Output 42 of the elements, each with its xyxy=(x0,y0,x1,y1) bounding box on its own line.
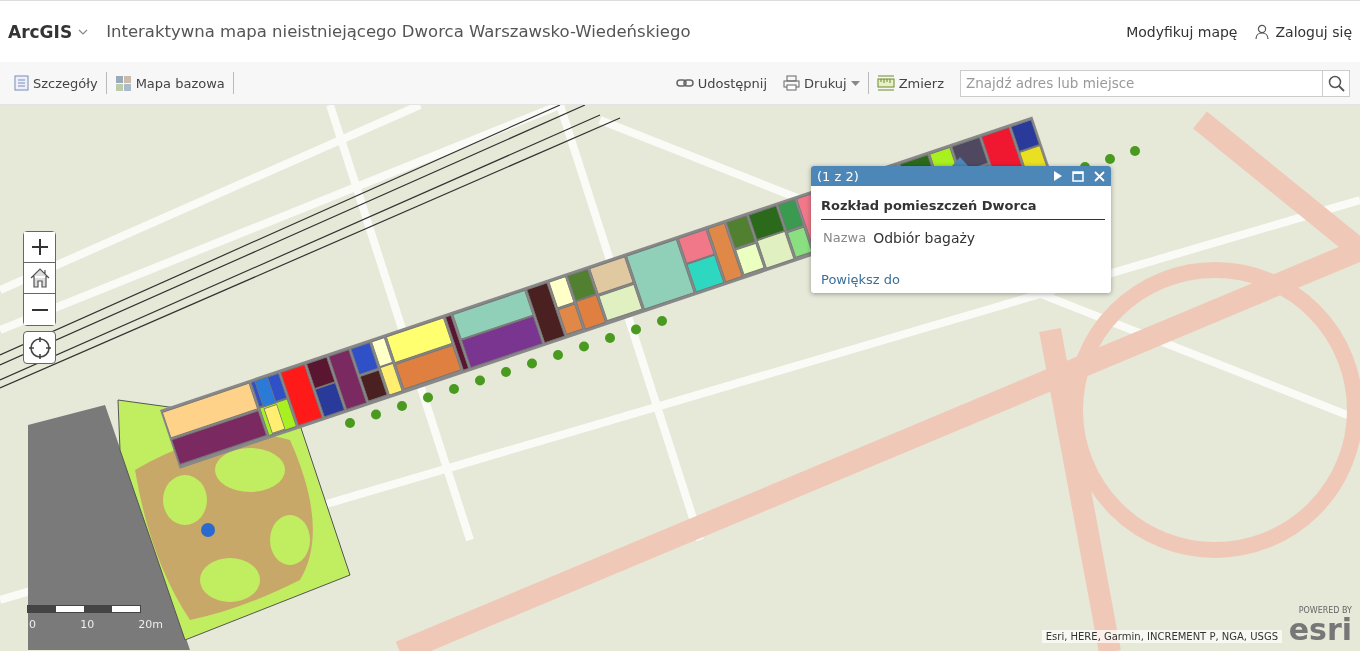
sign-in-link[interactable]: Zaloguj się xyxy=(1275,23,1352,40)
close-button[interactable] xyxy=(1094,170,1105,182)
logo-text: esri xyxy=(1288,615,1352,645)
link-icon xyxy=(675,78,694,88)
user-icon[interactable] xyxy=(1255,23,1270,40)
printer-icon xyxy=(783,75,801,91)
scale-label: 10 xyxy=(80,618,95,631)
attribution-text: Esri, HERE, Garmin, INCREMENT P, NGA, USGS xyxy=(1041,630,1282,643)
popup-pager: (1 z 2) xyxy=(817,168,860,184)
search-field[interactable]: Znajdź adres lub miejsce xyxy=(960,69,1322,97)
field-label: Nazwa xyxy=(823,230,867,246)
next-button[interactable] xyxy=(1054,171,1062,181)
document-icon xyxy=(14,75,29,91)
field-value: Odbiór bagaży xyxy=(873,230,976,246)
scale-label: 20m xyxy=(138,618,163,631)
grid-icon xyxy=(114,74,132,92)
search-button[interactable] xyxy=(1322,69,1350,97)
details-button[interactable]: Szczegóły xyxy=(14,75,106,91)
brand-name[interactable]: ArcGIS xyxy=(8,21,73,42)
maximize-button[interactable] xyxy=(1072,170,1084,182)
scale-label: 0 xyxy=(29,618,36,631)
home-icon xyxy=(28,267,51,289)
search-icon xyxy=(1327,74,1345,92)
logo-caption: POWERED BY xyxy=(1298,606,1352,615)
maximize-icon xyxy=(1072,170,1084,182)
zoom-in-button[interactable] xyxy=(24,232,55,263)
ruler-icon xyxy=(876,75,895,91)
popup-title: Rozkład pomieszczeń Dworca xyxy=(821,198,1105,220)
close-icon xyxy=(1094,170,1105,182)
map-title: Interaktywna mapa nieistniejącego Dworca Warszawsko-Wiedeńskiego xyxy=(106,22,692,41)
crosshair-icon xyxy=(27,335,52,360)
caret-icon xyxy=(850,80,860,86)
share-button[interactable]: Udostępnij xyxy=(667,75,776,91)
print-button[interactable]: Drukuj xyxy=(775,75,868,91)
measure-button[interactable]: Zmierz xyxy=(868,75,952,91)
zoom-to-link[interactable]: Powiększ do xyxy=(821,272,901,287)
basemap-button[interactable]: Mapa bazowa xyxy=(106,74,233,92)
caret-icon[interactable] xyxy=(78,27,89,36)
locate-button[interactable] xyxy=(23,331,56,364)
minus-icon xyxy=(30,307,49,312)
modify-map-link[interactable]: Modyfikuj mapę xyxy=(1126,23,1238,40)
plus-icon xyxy=(30,238,49,256)
